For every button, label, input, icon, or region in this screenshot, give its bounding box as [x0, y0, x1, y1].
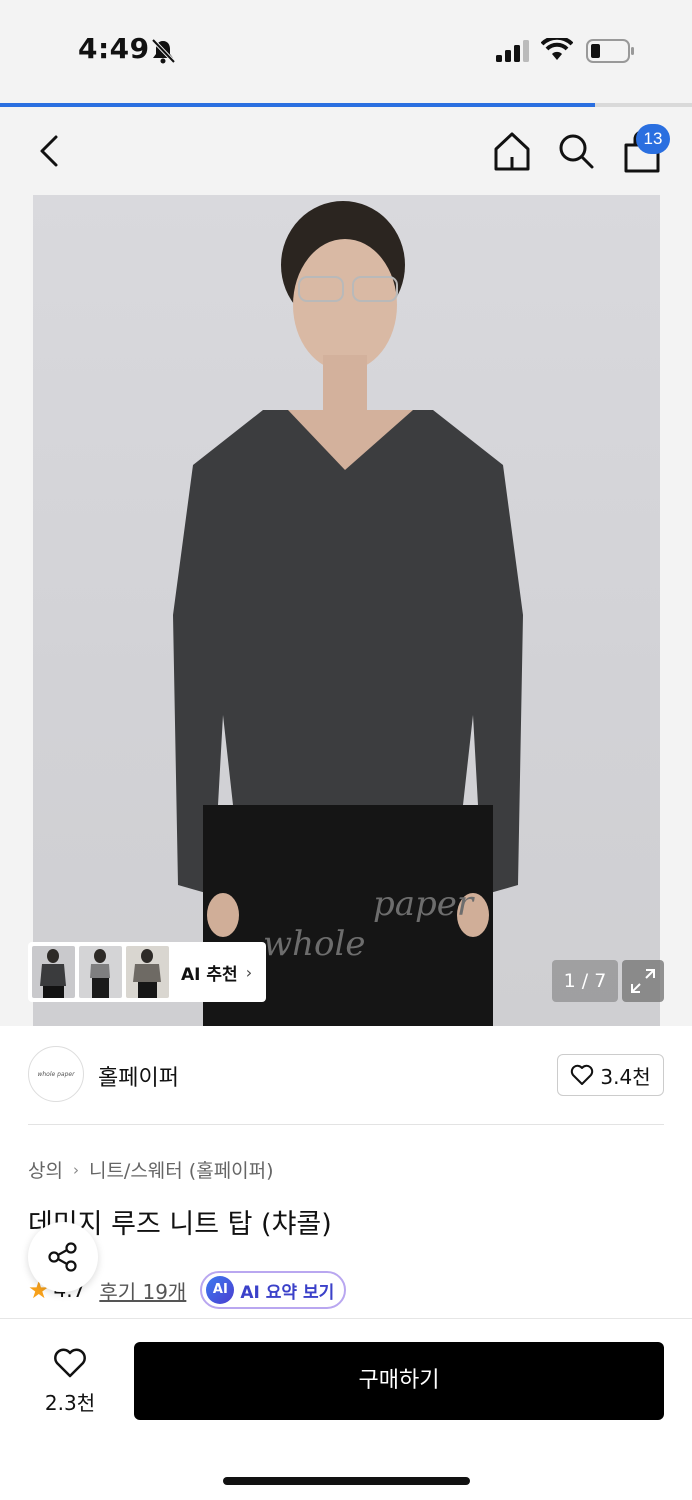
heart-icon — [571, 1064, 594, 1085]
breadcrumb-chevron-icon: › — [72, 1160, 79, 1179]
cart-count-badge: 13 — [636, 124, 670, 154]
home-icon[interactable] — [492, 129, 532, 173]
review-count-link[interactable]: 후기 19개 — [99, 1276, 186, 1305]
heart-icon — [54, 1348, 86, 1378]
ai-summary-label: AI 요약 보기 — [240, 1282, 335, 1303]
chevron-right-icon: › — [245, 962, 253, 982]
share-button[interactable] — [28, 1222, 98, 1292]
svg-text:paper: paper — [373, 884, 475, 924]
bell-off-icon — [151, 38, 176, 64]
brand-like-button[interactable]: 3.4천 — [557, 1054, 664, 1096]
breadcrumb: 상의 › 니트/스웨터 (홀페이퍼) — [28, 1156, 274, 1183]
brand-like-count: 3.4천 — [600, 1064, 651, 1089]
buy-button[interactable]: 구매하기 — [134, 1342, 664, 1420]
ai-summary-button[interactable]: AI AI 요약 보기 — [200, 1271, 347, 1309]
bottom-action-bar: 2.3천 구매하기 — [0, 1318, 692, 1500]
status-bar: 4:49 — [0, 0, 692, 104]
brand-logo[interactable]: whole paper — [28, 1046, 84, 1102]
expand-icon[interactable] — [622, 960, 664, 1002]
thumbnail-3[interactable] — [126, 946, 169, 998]
ai-recommend-label: AI 추천 — [181, 964, 238, 985]
signal-icon — [496, 40, 529, 62]
section-divider — [28, 1124, 664, 1125]
brand-row[interactable]: whole paper 홀페이퍼 3.4천 — [0, 1026, 692, 1126]
home-indicator[interactable] — [223, 1477, 470, 1485]
svg-text:whole: whole — [263, 924, 365, 964]
battery-icon — [586, 39, 634, 63]
breadcrumb-category[interactable]: 상의 — [28, 1156, 63, 1183]
wishlist-count: 2.3천 — [44, 1391, 96, 1415]
back-chevron-icon[interactable] — [30, 131, 70, 171]
status-time: 4:49 — [78, 32, 150, 65]
ai-badge-icon: AI — [206, 1276, 235, 1304]
top-nav-bar — [0, 107, 692, 195]
wifi-icon — [541, 38, 573, 60]
product-photo[interactable]: whole paper — [33, 195, 660, 1026]
brand-name[interactable]: 홀페이퍼 — [98, 1060, 179, 1092]
breadcrumb-subcategory[interactable]: 니트/스웨터 (홀페이퍼) — [89, 1156, 274, 1183]
wishlist-button[interactable]: 2.3천 — [34, 1347, 106, 1419]
share-icon — [48, 1242, 77, 1272]
search-icon[interactable] — [556, 129, 596, 173]
ai-recommend-strip[interactable]: AI 추천 › — [28, 942, 266, 1002]
model-illustration: whole paper — [173, 201, 523, 1026]
thumbnail-2[interactable] — [79, 946, 122, 998]
image-counter: 1 / 7 — [552, 960, 618, 1002]
thumbnail-1[interactable] — [32, 946, 75, 998]
